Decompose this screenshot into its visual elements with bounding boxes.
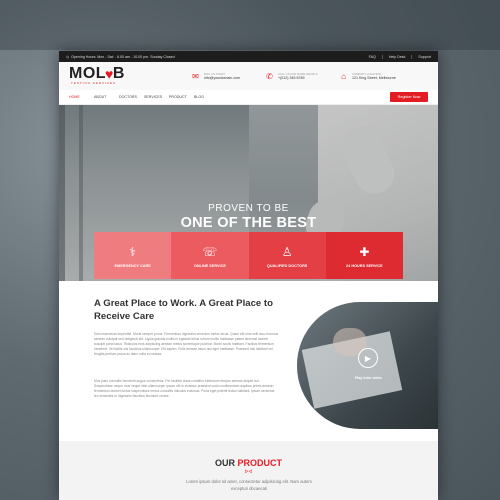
website-mockup: ◷ Opening Hours: Mon - Sat: - 6.00 am - …: [59, 51, 438, 500]
topbar-link-help-desk[interactable]: Help Desk: [389, 54, 413, 59]
service-online-service[interactable]: ☏ ONLINE SERVICE: [171, 232, 249, 279]
nav-item-about[interactable]: ABOUT: [94, 95, 119, 99]
contact-phone-value[interactable]: +(012) 345 6789: [278, 76, 318, 81]
envelope-icon: ✉: [192, 71, 199, 81]
logo-wordmark: MOL ♥ B: [69, 65, 125, 82]
hero-subtitle: PROVEN TO BE: [208, 203, 289, 214]
services-strip: ⚕ EMERGENCY CARE ☏ ONLINE SERVICE ♙ QUAL…: [94, 232, 403, 279]
logo-tagline: TESTING SERVICES: [71, 81, 116, 85]
topbar-links: FAQ Help Desk Support: [369, 54, 431, 59]
logo[interactable]: MOL ♥ B TESTING SERVICES: [69, 65, 159, 86]
service-qualified-doctors[interactable]: ♙ QUALIFIED DOCTORS: [248, 232, 326, 279]
contact-email-value[interactable]: info@yourdomain.com: [204, 76, 240, 81]
nav-item-home[interactable]: HOME: [69, 95, 94, 99]
contact-location: ⌂ COMPANY LOCATION 121 King Street, Melb…: [339, 72, 413, 81]
topbar-link-support[interactable]: Support: [418, 55, 431, 59]
play-icon[interactable]: ▶: [358, 348, 378, 368]
contact-location-value: 121 King Street, Melbourne: [352, 75, 396, 80]
product-subtitle: Lorem ipsum dolor sit amet, consectetur …: [186, 479, 312, 491]
chat-bubbles-icon: ☏: [202, 245, 218, 259]
about-heading: A Great Place to Work. A Great Place to …: [94, 298, 273, 322]
about-paragraph-2: Mus justo convallis hendrerit augue cons…: [94, 379, 275, 399]
nav-item-blog[interactable]: BLOG: [194, 95, 219, 99]
header-contacts: ✉ MAIL US TODAY info@yourdomain.com ✆ CA…: [191, 72, 413, 81]
divider-icon: ᐅᐊ: [244, 469, 253, 475]
intro-video[interactable]: ▶ Play intro video: [297, 302, 438, 429]
stethoscope-icon: ⚕: [129, 245, 136, 259]
opening-hours-text: Opening Hours: Mon - Sat: - 6.00 am - 10…: [71, 54, 175, 59]
topbar-link-faq[interactable]: FAQ: [369, 54, 383, 59]
top-bar: ◷ Opening Hours: Mon - Sat: - 6.00 am - …: [59, 51, 438, 62]
register-now-button[interactable]: Register Now: [390, 92, 428, 102]
nav-item-services[interactable]: SERVICES: [144, 95, 169, 99]
nav-item-doctors[interactable]: DOCTORS: [119, 95, 144, 99]
video-label: Play intro video: [355, 376, 382, 380]
nav-item-product[interactable]: PRODUCT: [169, 95, 194, 99]
service-label: 24 HOURS SERVICE: [346, 264, 383, 268]
product-heading: OUR PRODUCT: [214, 458, 282, 468]
service-label: ONLINE SERVICE: [193, 264, 226, 268]
service-label: EMERGENCY CARE: [114, 264, 151, 268]
ambulance-icon: ✚: [359, 245, 370, 259]
service-24-hours[interactable]: ✚ 24 HOURS SERVICE: [325, 232, 403, 279]
hero-title: ONE OF THE BEST: [180, 215, 317, 231]
service-label: QUALIFIED DOCTORS: [266, 264, 308, 268]
location-icon: ⌂: [341, 71, 346, 81]
contact-phone: ✆ CALL US FOR MORE DETAILS +(012) 345 67…: [265, 72, 339, 81]
opening-hours: ◷ Opening Hours: Mon - Sat: - 6.00 am - …: [66, 55, 175, 59]
about-section: A Great Place to Work. A Great Place to …: [59, 281, 438, 441]
clock-icon: ◷: [66, 54, 70, 59]
site-header: MOL ♥ B TESTING SERVICES ✉ MAIL US TODAY i…: [59, 62, 438, 90]
phone-icon: ✆: [266, 71, 273, 81]
contact-email: ✉ MAIL US TODAY info@yourdomain.com: [191, 72, 265, 81]
main-nav: HOME ABOUT DOCTORS SERVICES PRODUCT BLOG…: [59, 90, 438, 105]
product-section: OUR PRODUCT ᐅᐊ Lorem ipsum dolor sit ame…: [59, 441, 438, 500]
about-paragraph-1: Duis maecenas imperdiet. Morbi semper pu…: [94, 332, 279, 357]
service-emergency-care[interactable]: ⚕ EMERGENCY CARE: [94, 232, 172, 279]
doctor-icon: ♙: [281, 245, 293, 259]
